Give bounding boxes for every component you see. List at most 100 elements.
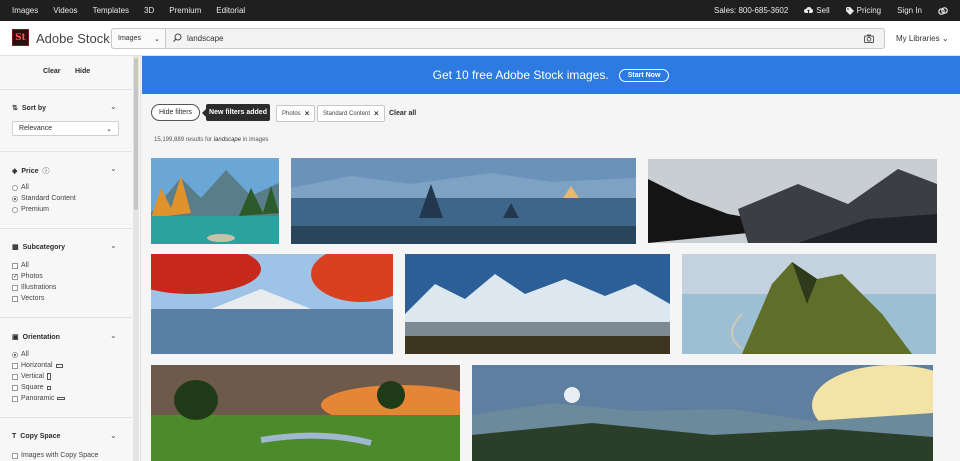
sort-select[interactable]: Relevance ⌄ bbox=[12, 121, 119, 136]
sales-phone: Sales: 800-685-3602 bbox=[714, 6, 789, 15]
clear-filters-button[interactable]: Clear bbox=[43, 68, 61, 75]
option-label: Images with Copy Space bbox=[21, 452, 99, 459]
sell-link[interactable]: Sell bbox=[804, 6, 830, 15]
option-label: Vectors bbox=[21, 295, 45, 302]
subcategory-option-photos[interactable]: ✓ Photos bbox=[12, 273, 43, 280]
checkbox-checked[interactable]: ✓ bbox=[12, 273, 18, 280]
top-nav-links: Images Videos Templates 3D Premium Edito… bbox=[0, 6, 260, 15]
libraries-label: My Libraries bbox=[896, 34, 940, 43]
image-snowy-mountains-black-beach[interactable] bbox=[405, 254, 670, 354]
close-icon[interactable]: × bbox=[305, 109, 310, 118]
close-icon[interactable]: × bbox=[374, 109, 379, 118]
orientation-option-horizontal[interactable]: Horizontal bbox=[12, 362, 63, 369]
nav-link-images[interactable]: Images bbox=[12, 6, 38, 15]
my-libraries-dropdown[interactable]: My Libraries ⌄ bbox=[896, 34, 949, 43]
results-suffix: in images bbox=[242, 137, 269, 143]
text-t-icon: T bbox=[12, 433, 17, 440]
option-label: Horizontal bbox=[21, 362, 53, 369]
option-label: All bbox=[21, 184, 29, 191]
nav-link-editorial[interactable]: Editorial bbox=[216, 6, 245, 15]
logo-text[interactable]: Adobe Stock bbox=[36, 31, 110, 46]
image-iceland-green-mountain-fjord[interactable] bbox=[682, 254, 936, 354]
banner-text: Get 10 free Adobe Stock images. bbox=[432, 68, 609, 82]
grid-icon: ▦ bbox=[12, 244, 19, 251]
nav-link-templates[interactable]: Templates bbox=[93, 6, 129, 15]
checkbox[interactable] bbox=[12, 284, 18, 291]
nav-link-3d[interactable]: 3D bbox=[144, 6, 154, 15]
divider bbox=[0, 228, 132, 229]
orientation-option-square[interactable]: Square bbox=[12, 384, 51, 391]
image-misty-temples-bagan[interactable] bbox=[291, 158, 636, 244]
sell-label: Sell bbox=[816, 6, 830, 15]
checkbox[interactable] bbox=[12, 384, 18, 391]
price-header[interactable]: ◈ Price ⓘ bbox=[12, 166, 50, 176]
signin-link[interactable]: Sign In bbox=[897, 6, 922, 15]
chip-label: Standard Content bbox=[323, 110, 371, 117]
subcategory-header[interactable]: ▦ Subcategory bbox=[12, 243, 65, 252]
nav-link-premium[interactable]: Premium bbox=[169, 6, 201, 15]
checkbox[interactable] bbox=[12, 373, 18, 380]
info-icon[interactable]: ⓘ bbox=[43, 166, 50, 176]
sidebar-scrollbar[interactable] bbox=[133, 56, 139, 461]
clear-all-button[interactable]: Clear all bbox=[389, 110, 416, 117]
image-lake-forest-autumn-mountains[interactable] bbox=[151, 158, 279, 244]
copy-space-title: Copy Space bbox=[20, 433, 61, 440]
sell-upload-icon bbox=[804, 6, 814, 13]
orientation-header[interactable]: ▣ Orientation bbox=[12, 333, 60, 342]
header-bar: St Adobe Stock Images ⌄ My Libraries ⌄ bbox=[0, 21, 960, 56]
square-icon bbox=[46, 385, 51, 390]
image-green-valley-sunset-castle[interactable] bbox=[151, 365, 460, 461]
orientation-option-all[interactable]: All bbox=[12, 351, 29, 358]
radio-selected[interactable] bbox=[12, 195, 18, 202]
creative-cloud-icon[interactable] bbox=[938, 6, 948, 15]
chevron-down-icon[interactable]: ⌄ bbox=[110, 164, 117, 173]
price-tag-icon: ◈ bbox=[12, 168, 18, 175]
price-option-standard[interactable]: Standard Content bbox=[12, 195, 76, 202]
camera-icon[interactable] bbox=[864, 34, 874, 43]
checkbox[interactable] bbox=[12, 395, 18, 402]
checkbox[interactable] bbox=[12, 362, 18, 369]
results-count: 15,199,889 results for landscape in imag… bbox=[154, 137, 268, 143]
subcategory-option-illustrations[interactable]: Illustrations bbox=[12, 284, 56, 291]
tag-icon bbox=[845, 6, 854, 15]
scrollbar-thumb[interactable] bbox=[134, 58, 138, 210]
copy-space-header[interactable]: T Copy Space bbox=[12, 433, 60, 440]
orientation-option-panoramic[interactable]: Panoramic bbox=[12, 395, 66, 402]
search-type-label: Images bbox=[118, 35, 141, 42]
checkbox[interactable] bbox=[12, 452, 18, 459]
results-count-text: 15,199,889 results for bbox=[154, 137, 213, 143]
chevron-down-icon[interactable]: ⌄ bbox=[110, 431, 117, 440]
chevron-down-icon[interactable]: ⌄ bbox=[110, 102, 117, 111]
copy-space-option[interactable]: Images with Copy Space bbox=[12, 452, 98, 459]
radio[interactable] bbox=[12, 184, 18, 191]
checkbox[interactable] bbox=[12, 262, 18, 269]
price-option-all[interactable]: All bbox=[12, 184, 29, 191]
option-label: All bbox=[21, 351, 29, 358]
new-filters-tooltip: New filters added bbox=[202, 104, 270, 121]
checkbox[interactable] bbox=[12, 295, 18, 302]
search-input[interactable] bbox=[166, 29, 884, 48]
start-now-button[interactable]: Start Now bbox=[618, 68, 670, 82]
radio[interactable] bbox=[12, 206, 18, 213]
image-mountain-range-clouds[interactable] bbox=[648, 159, 937, 243]
image-mount-fuji-red-maple[interactable] bbox=[151, 254, 393, 354]
chevron-down-icon[interactable]: ⌄ bbox=[110, 331, 117, 340]
chevron-down-icon[interactable]: ⌄ bbox=[110, 241, 117, 250]
radio-selected[interactable] bbox=[12, 351, 18, 358]
chevron-down-icon: ⌄ bbox=[153, 35, 160, 43]
image-forest-hills-moon-sunrise[interactable] bbox=[472, 365, 933, 461]
subcategory-option-all[interactable]: All bbox=[12, 262, 29, 269]
hide-filters-button[interactable]: Hide filters bbox=[151, 104, 200, 121]
subcategory-option-vectors[interactable]: Vectors bbox=[12, 295, 44, 302]
nav-link-videos[interactable]: Videos bbox=[53, 6, 77, 15]
pricing-link[interactable]: Pricing bbox=[845, 6, 881, 15]
option-label: Premium bbox=[21, 206, 50, 213]
search-type-dropdown[interactable]: Images ⌄ bbox=[112, 29, 166, 48]
filter-chip-standard-content: Standard Content × bbox=[317, 105, 385, 122]
chip-label: Photos bbox=[282, 110, 301, 117]
hide-sidebar-button[interactable]: Hide bbox=[75, 68, 90, 75]
price-option-premium[interactable]: Premium bbox=[12, 206, 49, 213]
sort-by-header[interactable]: ⇅ Sort by bbox=[12, 104, 46, 113]
adobe-stock-logo[interactable]: St bbox=[12, 29, 29, 46]
orientation-option-vertical[interactable]: Vertical bbox=[12, 373, 51, 380]
